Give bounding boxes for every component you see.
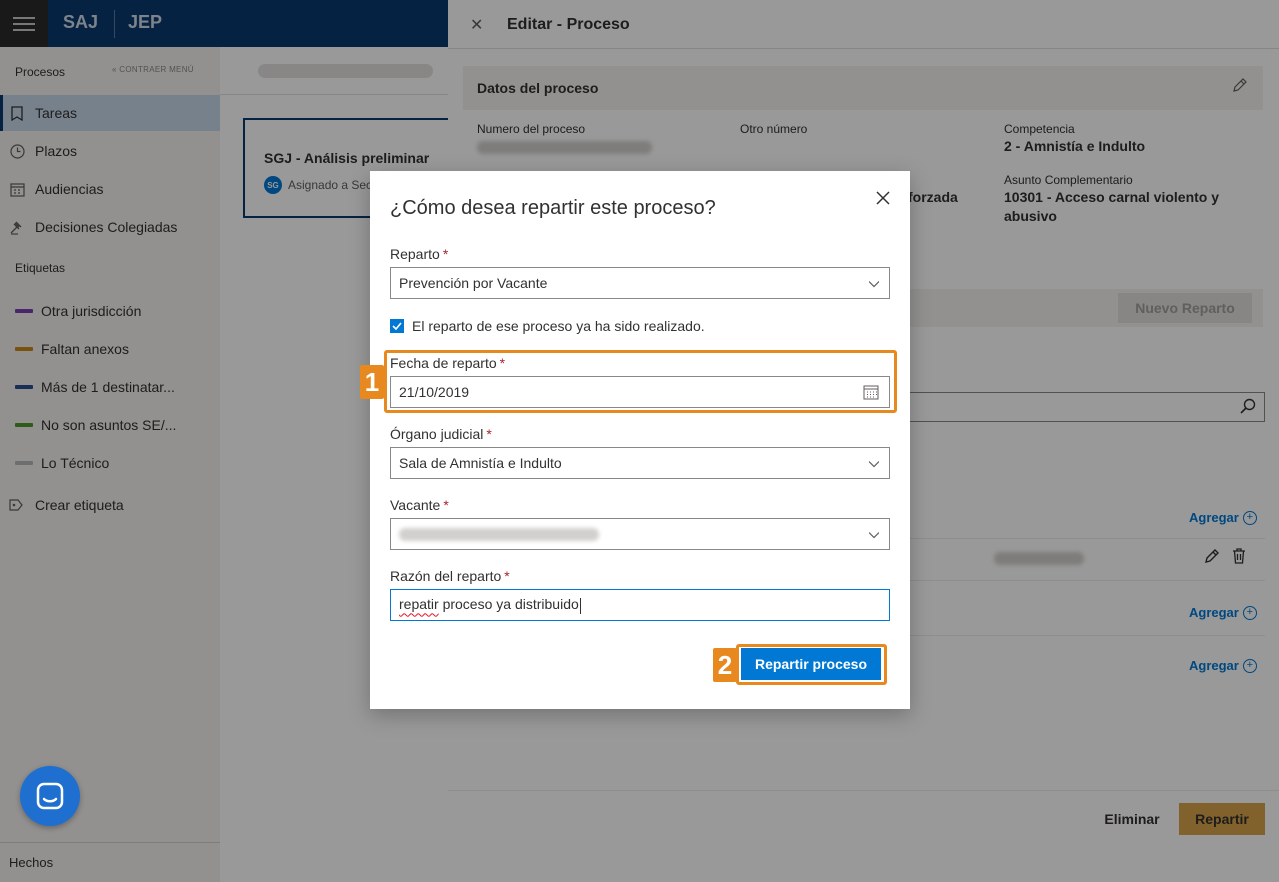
reparto-selected-value: Prevención por Vacante [399,275,548,291]
organo-select[interactable]: Sala de Amnistía e Indulto [390,447,890,479]
chevron-down-icon [869,532,879,539]
checkmark-icon[interactable] [390,319,404,333]
organo-label: Órgano judicial * [390,426,492,442]
dialog-title: ¿Cómo desea repartir este proceso? [390,197,716,219]
chevron-down-icon [869,461,879,468]
chat-launcher-icon[interactable] [20,766,80,826]
razon-value: repatir proceso ya distribuido [399,596,581,614]
reparto-select[interactable]: Prevención por Vacante [390,267,890,299]
razon-label: Razón del reparto * [390,568,510,584]
reparto-dialog: ¿Cómo desea repartir este proceso? Repar… [370,171,910,709]
organo-selected-value: Sala de Amnistía e Indulto [399,455,562,471]
callout-highlight-2 [736,644,887,685]
callout-number-2: 2 [713,648,737,682]
chevron-down-icon [869,281,879,288]
callout-number-1: 1 [360,365,384,399]
checkbox-label: El reparto de ese proceso ya ha sido rea… [412,318,705,334]
reparto-realizado-checkbox[interactable]: El reparto de ese proceso ya ha sido rea… [390,318,705,334]
razon-input[interactable]: repatir proceso ya distribuido [390,589,890,621]
callout-highlight-1 [384,350,897,413]
vacante-value [399,527,599,541]
vacante-label: Vacante * [390,497,449,513]
reparto-label: Reparto * [390,246,449,262]
vacante-select[interactable] [390,518,890,550]
dialog-close-icon[interactable] [873,189,893,209]
